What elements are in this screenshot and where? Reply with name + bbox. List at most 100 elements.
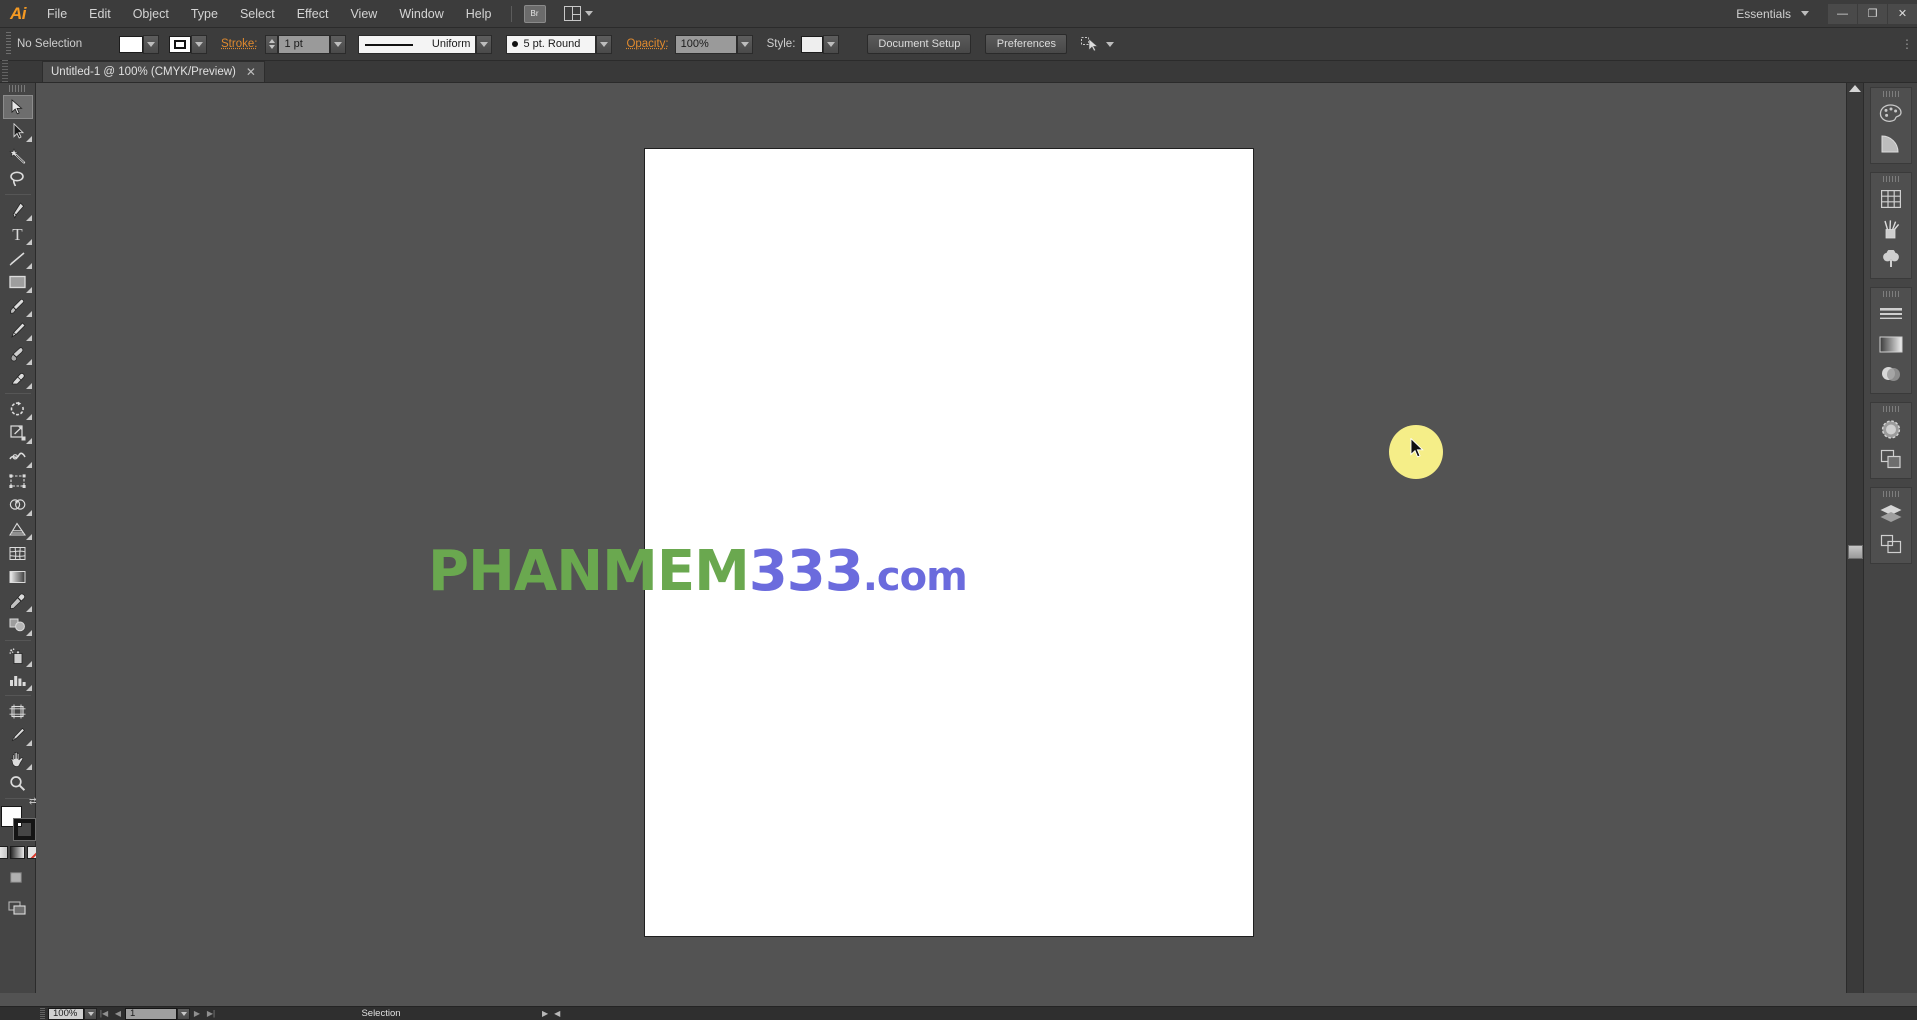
first-artboard-button[interactable]: |◀: [97, 1008, 111, 1020]
stroke-weight-dropdown[interactable]: [330, 34, 347, 54]
fill-color-swatch[interactable]: [119, 35, 143, 53]
brush-dropdown[interactable]: [596, 34, 613, 54]
dock-group-grip[interactable]: [1882, 491, 1899, 497]
zoom-tool[interactable]: [3, 771, 33, 795]
artboards-panel-icon[interactable]: [1872, 529, 1910, 559]
preferences-button[interactable]: Preferences: [985, 34, 1068, 54]
close-icon[interactable]: ✕: [246, 66, 256, 78]
mesh-tool[interactable]: [3, 541, 33, 565]
menu-item-object[interactable]: Object: [122, 0, 180, 28]
gradient-fill-mode-button[interactable]: [10, 846, 25, 859]
menu-item-select[interactable]: Select: [229, 0, 286, 28]
menu-item-effect[interactable]: Effect: [286, 0, 340, 28]
menu-item-view[interactable]: View: [339, 0, 388, 28]
shape-builder-tool[interactable]: [3, 493, 33, 517]
slice-tool[interactable]: [3, 723, 33, 747]
scroll-up-arrow-icon[interactable]: [1849, 85, 1861, 92]
stroke-swatch[interactable]: [12, 818, 36, 841]
vertical-scroll-thumb[interactable]: [1848, 545, 1863, 559]
stroke-color-swatch[interactable]: [169, 35, 191, 53]
control-bar-overflow-icon[interactable]: ⋮: [1901, 36, 1913, 52]
workspace-switcher-label[interactable]: Essentials: [1736, 7, 1791, 21]
menu-item-type[interactable]: Type: [180, 0, 229, 28]
next-artboard-button[interactable]: ▶: [190, 1008, 204, 1020]
dock-group-grip[interactable]: [1882, 91, 1899, 97]
minimize-button[interactable]: —: [1828, 3, 1857, 24]
symbol-sprayer-tool[interactable]: [3, 644, 33, 668]
stroke-profile-dropdown[interactable]: [476, 34, 493, 54]
bridge-button[interactable]: Br: [523, 4, 546, 23]
pencil-tool[interactable]: [3, 318, 33, 342]
status-menu-icon[interactable]: ▶: [542, 1009, 548, 1018]
lasso-tool[interactable]: [3, 167, 33, 191]
rotate-tool[interactable]: [3, 397, 33, 421]
gradient-tool[interactable]: [3, 565, 33, 589]
stroke-panel-icon[interactable]: [1872, 299, 1910, 329]
menu-item-edit[interactable]: Edit: [78, 0, 122, 28]
graphic-style-dropdown[interactable]: [823, 34, 840, 54]
screen-mode-button[interactable]: [5, 897, 31, 919]
opacity-dropdown[interactable]: [736, 34, 753, 54]
appearance-panel-icon[interactable]: [1872, 414, 1910, 444]
status-bar-grip[interactable]: [40, 1007, 45, 1020]
canvas-area[interactable]: PHANMEM333.com: [36, 83, 1863, 993]
vertical-scrollbar[interactable]: [1846, 83, 1863, 993]
blob-brush-tool[interactable]: [3, 342, 33, 366]
tools-panel-grip[interactable]: [8, 85, 27, 92]
direct-selection-tool[interactable]: [3, 119, 33, 143]
swatches-panel-icon[interactable]: [1872, 184, 1910, 214]
menu-item-window[interactable]: Window: [388, 0, 454, 28]
dock-group-grip[interactable]: [1882, 176, 1899, 182]
opacity-input[interactable]: 100%: [674, 34, 737, 54]
stroke-profile-select[interactable]: Uniform: [358, 34, 477, 54]
select-similar-objects-button[interactable]: [1081, 36, 1115, 52]
free-transform-tool[interactable]: [3, 469, 33, 493]
column-graph-tool[interactable]: [3, 668, 33, 692]
hand-tool[interactable]: [3, 747, 33, 771]
previous-artboard-button[interactable]: ◀: [111, 1008, 125, 1020]
dock-group-grip[interactable]: [1882, 406, 1899, 412]
drawing-mode-button[interactable]: [5, 867, 31, 889]
selection-tool[interactable]: [2, 95, 33, 119]
layers-panel-icon[interactable]: [1872, 499, 1910, 529]
magic-wand-tool[interactable]: [3, 143, 33, 167]
document-setup-button[interactable]: Document Setup: [867, 34, 972, 54]
transparency-panel-icon[interactable]: [1872, 359, 1910, 389]
blend-tool[interactable]: [3, 613, 33, 637]
eyedropper-tool[interactable]: [3, 589, 33, 613]
zoom-level-input[interactable]: 100%: [48, 1007, 84, 1020]
last-artboard-button[interactable]: ▶|: [204, 1008, 218, 1020]
paintbrush-tool[interactable]: [3, 294, 33, 318]
fill-color-dropdown[interactable]: [143, 34, 159, 54]
color-guide-panel-icon[interactable]: [1872, 129, 1910, 159]
perspective-grid-tool[interactable]: [3, 517, 33, 541]
width-tool[interactable]: [3, 445, 33, 469]
status-collapse-icon[interactable]: ◀: [554, 1009, 560, 1018]
artboard-number-dropdown[interactable]: [177, 1007, 190, 1020]
stroke-weight-input[interactable]: 1 pt: [278, 34, 331, 54]
menu-item-help[interactable]: Help: [455, 0, 503, 28]
pen-tool[interactable]: [3, 198, 33, 222]
stroke-label[interactable]: Stroke:: [221, 38, 257, 50]
workspace-chevron-down-icon[interactable]: [1801, 11, 1809, 16]
control-bar-grip[interactable]: [6, 32, 11, 56]
line-segment-tool[interactable]: [3, 246, 33, 270]
dock-group-grip[interactable]: [1882, 291, 1899, 297]
close-button[interactable]: ✕: [1888, 3, 1917, 24]
artboard-number-input[interactable]: 1: [125, 1007, 177, 1020]
symbols-panel-icon[interactable]: [1872, 244, 1910, 274]
opacity-label[interactable]: Opacity:: [626, 38, 668, 50]
stroke-color-dropdown[interactable]: [191, 34, 207, 54]
brush-definition-select[interactable]: 5 pt. Round: [506, 34, 597, 54]
artboard-tool[interactable]: [3, 699, 33, 723]
document-tab[interactable]: Untitled-1 @ 100% (CMYK/Preview) ✕: [42, 61, 265, 82]
zoom-level-dropdown[interactable]: [84, 1007, 97, 1020]
select-similar-chevron-down-icon[interactable]: [1106, 41, 1115, 47]
arrange-documents-button[interactable]: [563, 6, 593, 21]
tab-bar-grip[interactable]: [2, 60, 8, 82]
scale-tool[interactable]: [3, 421, 33, 445]
menu-item-file[interactable]: File: [36, 0, 78, 28]
rectangle-tool[interactable]: [3, 270, 33, 294]
eraser-tool[interactable]: [3, 366, 33, 390]
brushes-panel-icon[interactable]: [1872, 214, 1910, 244]
